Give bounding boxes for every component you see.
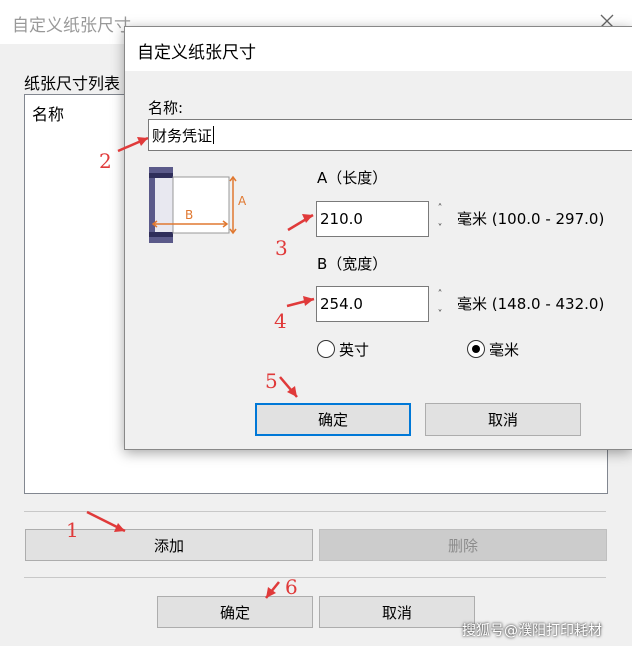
inner-title: 自定义纸张尺寸 [137, 43, 256, 63]
outer-ok-button[interactable]: 确定 [157, 596, 313, 628]
outer-title: 自定义纸张尺寸 [12, 16, 131, 36]
width-spinner[interactable]: ˄ ˅ [434, 289, 446, 323]
watermark: 搜狐号@濮阳打印耗材 [462, 623, 602, 639]
text-cursor [213, 126, 215, 144]
annotation-number: 1 [66, 518, 79, 542]
separator [24, 511, 606, 512]
inner-cancel-button[interactable]: 取消 [425, 403, 581, 436]
width-label: B（宽度） [317, 255, 388, 273]
list-header-name: 名称 [32, 105, 65, 124]
name-input-value: 财务凭证 [152, 126, 213, 145]
annotation-number: 6 [285, 575, 298, 599]
paper-size-diagram: A B [147, 165, 249, 247]
unit-inch-radio[interactable] [317, 340, 335, 358]
spin-down-icon[interactable]: ˅ [434, 223, 446, 235]
unit-inch-label: 英寸 [339, 341, 370, 359]
spin-up-icon[interactable]: ˄ [434, 203, 446, 215]
spin-down-icon[interactable]: ˅ [434, 309, 446, 321]
inner-dialog: 自定义纸张尺寸 名称: 财务凭证 A B A（长度） 210.0 ˄ ˅ 毫米 … [124, 26, 632, 450]
paper-list-label: 纸张尺寸列表 [24, 74, 121, 93]
unit-mm-label: 毫米 [489, 341, 520, 359]
name-label: 名称: [148, 99, 184, 117]
annotation-number: 3 [275, 236, 288, 260]
radio-selected-dot [472, 345, 480, 353]
length-range: 毫米 (100.0 - 297.0) [457, 210, 605, 228]
diagram-label-b: B [185, 208, 194, 222]
annotation-number: 5 [265, 369, 278, 393]
length-label: A（长度） [317, 169, 388, 187]
inner-ok-button[interactable]: 确定 [255, 403, 411, 436]
length-spinner[interactable]: ˄ ˅ [434, 203, 446, 237]
unit-mm-radio[interactable] [467, 340, 485, 358]
name-input[interactable]: 财务凭证 [148, 119, 632, 151]
annotation-number: 4 [274, 309, 287, 333]
length-input[interactable]: 210.0 [316, 201, 429, 237]
outer-cancel-button[interactable]: 取消 [319, 596, 475, 628]
width-range: 毫米 (148.0 - 432.0) [457, 295, 605, 313]
width-input[interactable]: 254.0 [316, 286, 429, 322]
diagram-label-a: A [238, 194, 247, 208]
annotation-number: 2 [99, 149, 112, 173]
separator [24, 577, 606, 578]
delete-button[interactable]: 删除 [319, 529, 607, 561]
spin-up-icon[interactable]: ˄ [434, 289, 446, 301]
